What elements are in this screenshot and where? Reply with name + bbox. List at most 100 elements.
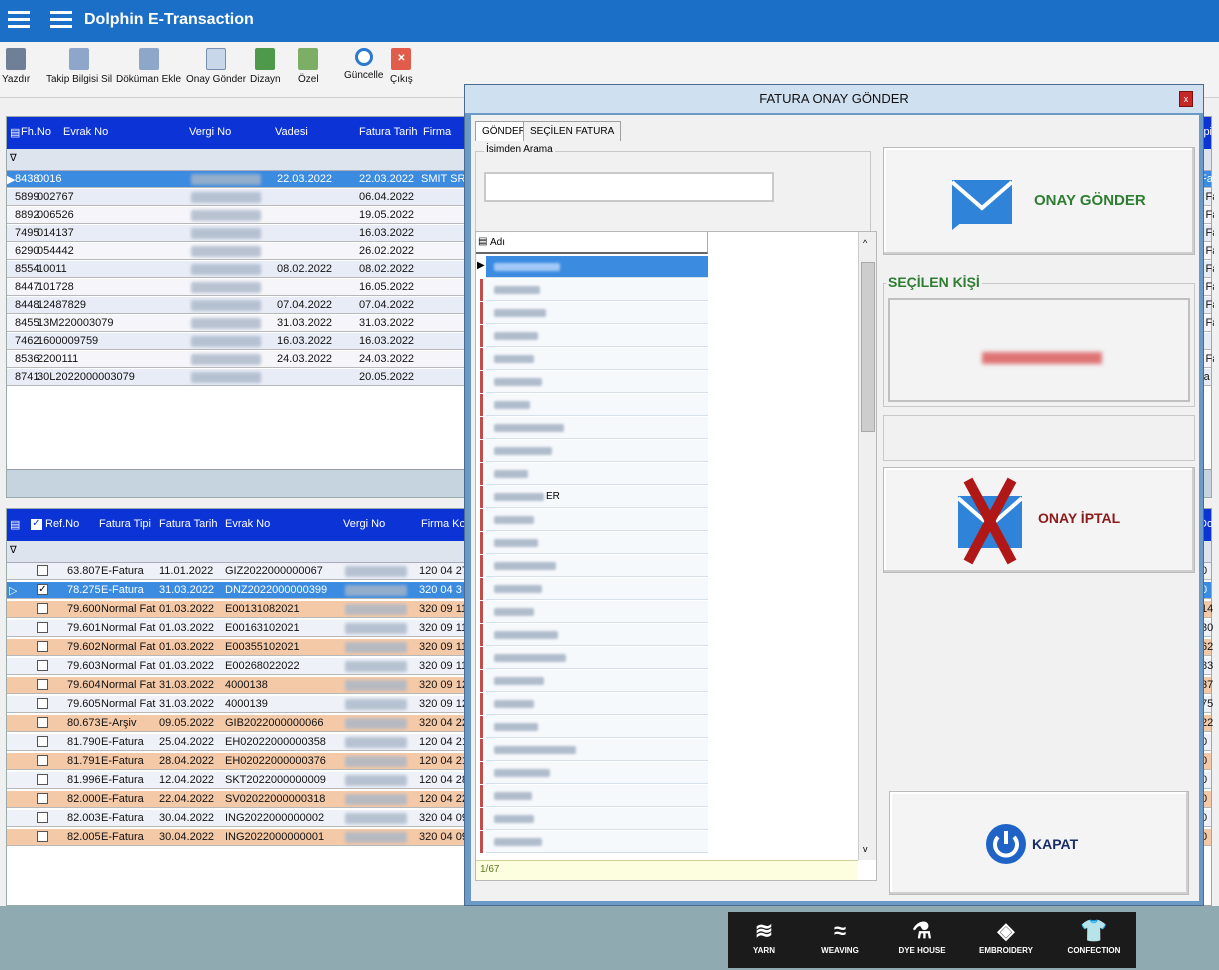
list-item[interactable] bbox=[480, 532, 708, 554]
cell-firma: 320 09 12 bbox=[419, 679, 467, 691]
select-all-checkbox[interactable]: ✓ bbox=[31, 519, 42, 530]
col-vadesi[interactable]: Vadesi bbox=[275, 126, 308, 138]
scrollbar-thumb[interactable] bbox=[861, 262, 875, 432]
col-evrak-no[interactable]: Evrak No bbox=[225, 518, 270, 530]
col-vergi-no[interactable]: Vergi No bbox=[189, 126, 231, 138]
row-checkbox[interactable] bbox=[37, 717, 48, 728]
cell-vade: 31.03.2022 bbox=[277, 317, 333, 329]
list-item[interactable] bbox=[480, 647, 708, 669]
row-checkbox[interactable] bbox=[37, 736, 48, 747]
person-name-redacted bbox=[494, 378, 542, 386]
category-yarn[interactable]: ≋ YARN bbox=[728, 916, 800, 955]
row-checkbox[interactable]: ✓ bbox=[37, 584, 48, 595]
list-item[interactable] bbox=[480, 417, 708, 439]
custom-button[interactable]: Özel bbox=[298, 48, 319, 85]
row-checkbox[interactable] bbox=[37, 622, 48, 633]
row-checkbox[interactable] bbox=[37, 774, 48, 785]
list-item[interactable] bbox=[480, 509, 708, 531]
menu-icon[interactable] bbox=[8, 8, 30, 30]
category-dye-house[interactable]: ⚗ DYE HOUSE bbox=[886, 916, 958, 955]
list-item[interactable] bbox=[480, 670, 708, 692]
document-icon bbox=[69, 48, 90, 70]
add-document-button[interactable]: Döküman Ekle bbox=[116, 48, 181, 85]
col-adi[interactable]: Adı bbox=[490, 237, 505, 248]
row-checkbox[interactable] bbox=[37, 831, 48, 842]
list-item[interactable] bbox=[480, 371, 708, 393]
search-input[interactable] bbox=[484, 172, 774, 202]
list-item[interactable] bbox=[480, 739, 708, 761]
grid-menu-icon[interactable]: ▤ bbox=[10, 126, 20, 139]
row-checkbox[interactable] bbox=[37, 755, 48, 766]
list-item[interactable] bbox=[480, 302, 708, 324]
print-button[interactable]: Yazdır bbox=[2, 48, 30, 85]
list-item[interactable] bbox=[480, 394, 708, 416]
row-checkbox[interactable] bbox=[37, 679, 48, 690]
send-approval-big-button[interactable]: ONAY GÖNDER bbox=[883, 147, 1195, 255]
grid-menu-icon[interactable]: ▤ bbox=[478, 236, 487, 247]
list-item[interactable] bbox=[480, 325, 708, 347]
category-weaving[interactable]: ≈ WEAVING bbox=[804, 916, 876, 955]
list-item[interactable] bbox=[480, 762, 708, 784]
list-item[interactable] bbox=[480, 808, 708, 830]
list-item[interactable] bbox=[480, 716, 708, 738]
menu-icon[interactable] bbox=[50, 8, 72, 30]
list-item[interactable]: ▶ bbox=[477, 256, 708, 278]
row-checkbox[interactable] bbox=[37, 698, 48, 709]
close-button[interactable]: KAPAT bbox=[889, 791, 1189, 895]
list-item[interactable] bbox=[480, 785, 708, 807]
col-fatura-tarih[interactable]: Fatura Tarih bbox=[359, 126, 418, 138]
row-checkbox[interactable] bbox=[37, 603, 48, 614]
col-ref-no[interactable]: Ref.No bbox=[45, 518, 79, 530]
row-checkbox[interactable] bbox=[37, 565, 48, 576]
col-evrak-no[interactable]: Evrak No bbox=[63, 126, 108, 138]
col-firma[interactable]: Firma bbox=[423, 126, 451, 138]
list-item[interactable] bbox=[480, 440, 708, 462]
col-fatura-tarih[interactable]: Fatura Tarih bbox=[159, 518, 218, 530]
row-checkbox[interactable] bbox=[37, 641, 48, 652]
cell-vade: 24.03.2022 bbox=[277, 353, 333, 365]
vergi-no-redacted bbox=[345, 699, 407, 710]
cell-fh: 5899 bbox=[15, 191, 39, 203]
row-checkbox[interactable] bbox=[37, 660, 48, 671]
cell-tarih: 01.03.2022 bbox=[159, 641, 215, 653]
cell-ref: 80.673 bbox=[67, 717, 101, 729]
send-approval-button[interactable]: Onay Gönder bbox=[186, 48, 246, 85]
person-list: ▤ Adı ▶ ER ^ v 1/67 bbox=[475, 231, 877, 881]
col-fh-no[interactable]: Fh.No bbox=[21, 126, 51, 138]
list-item[interactable] bbox=[480, 279, 708, 301]
col-vergi-no[interactable]: Vergi No bbox=[343, 518, 385, 530]
exit-button[interactable]: ✕ Çıkış bbox=[390, 48, 413, 85]
design-button[interactable]: Dizayn bbox=[250, 48, 281, 85]
list-item[interactable] bbox=[480, 624, 708, 646]
list-item[interactable] bbox=[480, 693, 708, 715]
list-scrollbar[interactable]: ^ v bbox=[858, 232, 876, 860]
list-item[interactable] bbox=[480, 555, 708, 577]
vergi-no-redacted bbox=[345, 832, 407, 843]
list-item[interactable] bbox=[480, 831, 708, 853]
row-checkbox[interactable] bbox=[37, 812, 48, 823]
person-name-redacted bbox=[494, 723, 538, 731]
list-item[interactable] bbox=[480, 601, 708, 623]
col-fatura-tipi[interactable]: Fatura Tipi bbox=[99, 518, 151, 530]
delete-tracking-button[interactable]: Takip Bilgisi Sil bbox=[46, 48, 112, 85]
person-name-redacted bbox=[494, 677, 544, 685]
scroll-down-icon[interactable]: v bbox=[863, 844, 868, 854]
cell-evrak: DNZ2022000000399 bbox=[225, 584, 328, 596]
grid-menu-icon[interactable]: ▤ bbox=[10, 518, 20, 531]
dialog-close-button[interactable]: x bbox=[1179, 91, 1193, 107]
refresh-button[interactable]: Güncelle bbox=[344, 48, 383, 81]
category-confection[interactable]: 👕 CONFECTION bbox=[1058, 916, 1130, 955]
list-item[interactable] bbox=[480, 348, 708, 370]
tab-secilen-fatura[interactable]: SEÇİLEN FATURA bbox=[523, 121, 622, 141]
cancel-approval-button[interactable]: ONAY İPTAL bbox=[883, 467, 1195, 573]
cell-ref: 82.005 bbox=[67, 831, 101, 843]
list-item[interactable] bbox=[480, 463, 708, 485]
list-item[interactable] bbox=[480, 578, 708, 600]
row-checkbox[interactable] bbox=[37, 793, 48, 804]
cell-firma: 320 09 11 bbox=[419, 660, 467, 672]
cell-evrak: 006526 bbox=[37, 209, 74, 221]
row-marker bbox=[480, 325, 483, 347]
category-embroidery[interactable]: ◈ EMBROIDERY bbox=[970, 916, 1042, 955]
scroll-up-icon[interactable]: ^ bbox=[863, 238, 867, 248]
list-item[interactable]: ER bbox=[480, 486, 708, 508]
